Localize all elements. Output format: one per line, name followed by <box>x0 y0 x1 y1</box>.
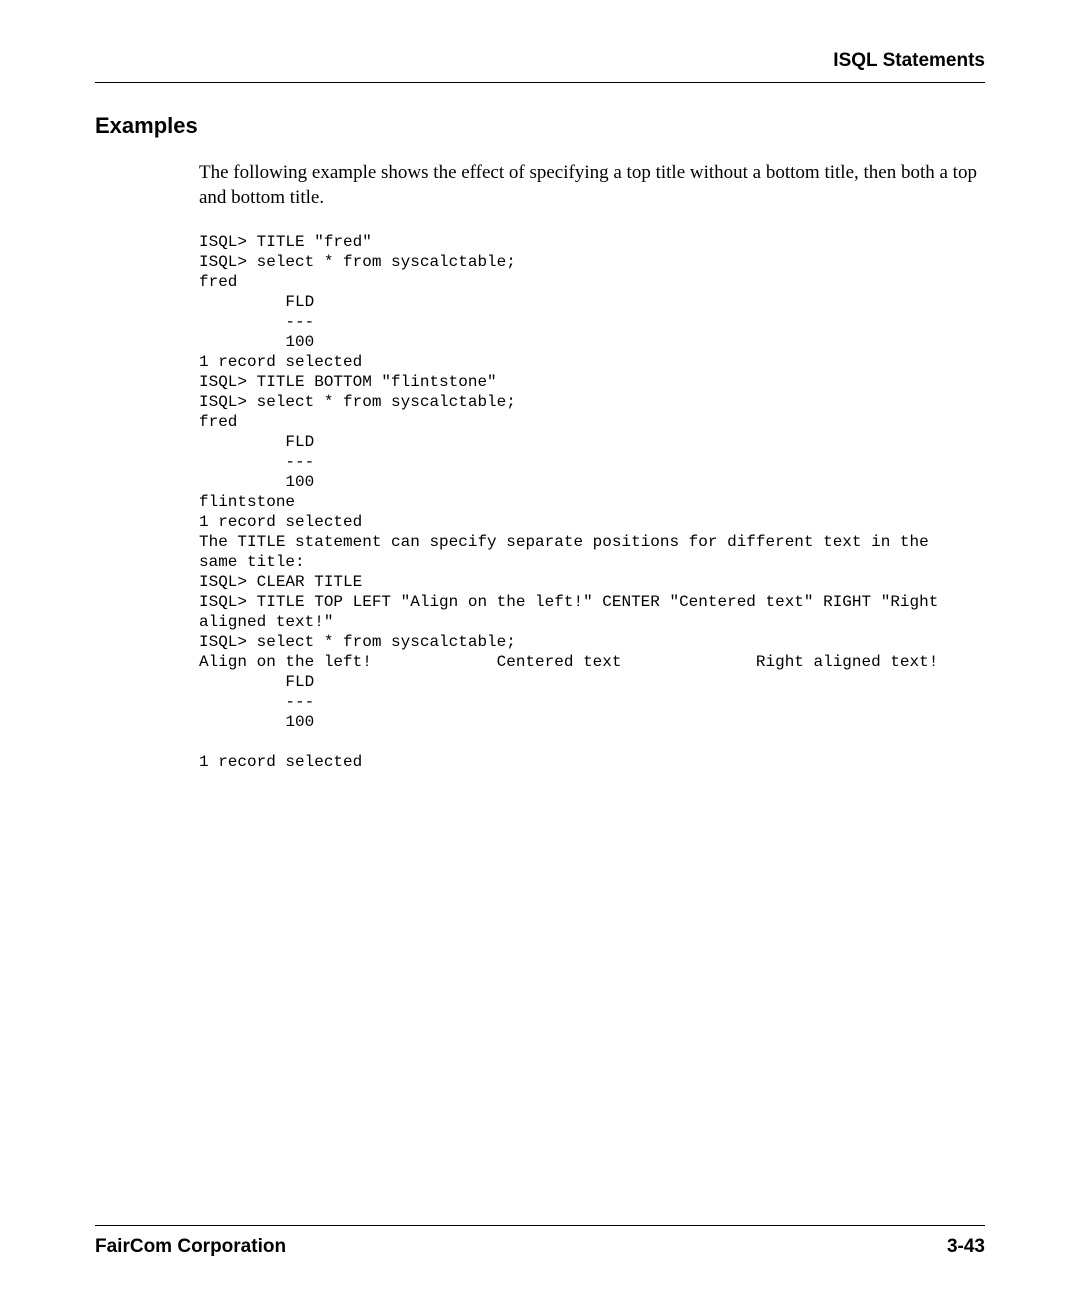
paragraph-text: The following example shows the effect o… <box>199 162 977 208</box>
page-footer: FairCom Corporation 3-43 <box>95 1225 985 1258</box>
section-heading: Examples <box>95 113 985 139</box>
code-block: ISQL> TITLE "fred" ISQL> select * from s… <box>199 232 985 772</box>
footer-company: FairCom Corporation <box>95 1236 286 1258</box>
header-title: ISQL Statements <box>833 50 985 71</box>
footer-page: 3-43 <box>947 1236 985 1258</box>
page-header: ISQL Statements <box>95 50 985 83</box>
body-paragraph: The following example shows the effect o… <box>199 161 985 210</box>
heading-text: Examples <box>95 113 198 138</box>
